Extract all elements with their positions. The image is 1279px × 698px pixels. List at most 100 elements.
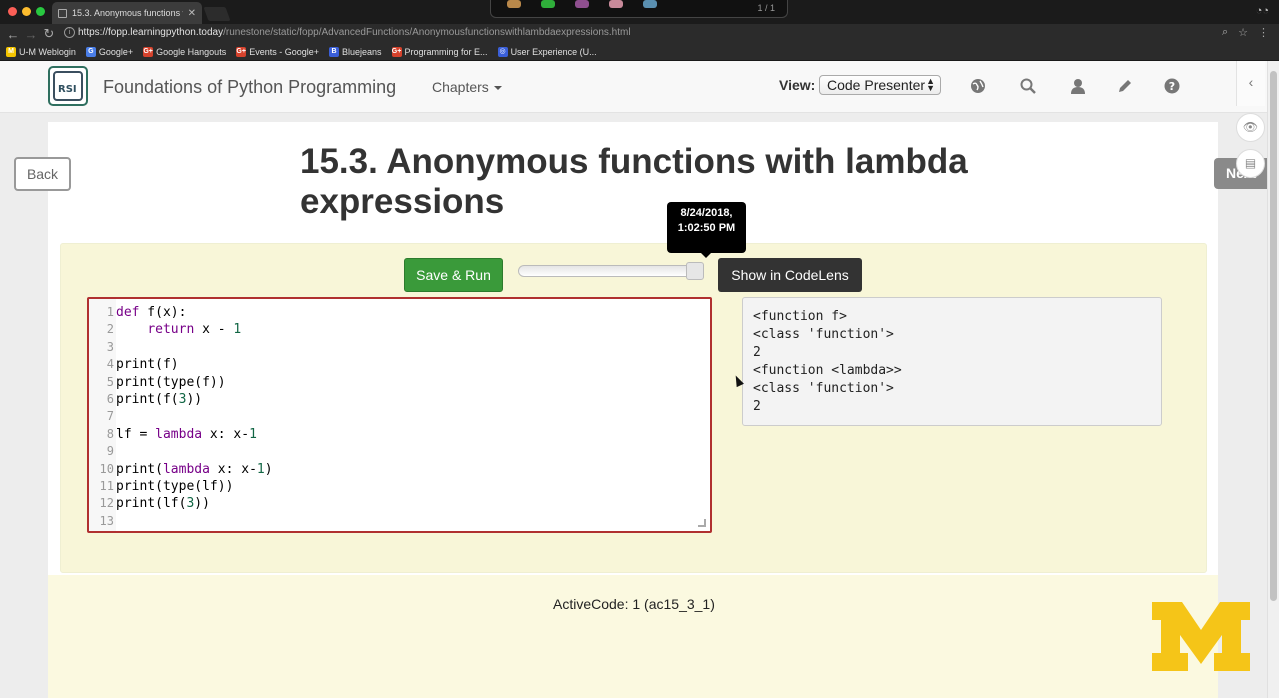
resize-grip-icon[interactable] [698, 519, 706, 527]
site-title[interactable]: Foundations of Python Programming [103, 77, 396, 98]
code-text: print(f) [116, 357, 179, 373]
bookmark-label: Bluejeans [342, 47, 382, 57]
line-number: 5 [106, 374, 114, 389]
bookmark-favicon-icon: G [85, 47, 96, 57]
line-number: 4 [106, 357, 114, 372]
bookmark-favicon-icon: G+ [236, 47, 247, 57]
line-number: 7 [106, 409, 114, 424]
output-line: <function f> [753, 309, 847, 324]
bookmark-favicon-icon: B [329, 47, 339, 57]
bookmark-item[interactable]: G Google+ [85, 47, 133, 57]
code-line[interactable]: 5 print(type(f)) [89, 374, 226, 391]
code-line[interactable]: 3 [89, 339, 114, 356]
address-bar: ← → ↻ i https://fopp.learningpython.toda… [0, 24, 1279, 44]
bookmark-item[interactable]: G+ Google Hangouts [143, 47, 226, 57]
menu-dots-icon[interactable]: ⋮ [1258, 26, 1269, 39]
code-line[interactable]: 13 [89, 513, 114, 530]
back-arrow-icon[interactable]: ← [4, 27, 22, 42]
sidebar-toggle-button[interactable]: ‹ [1236, 61, 1265, 106]
zoom-icon[interactable]: ⌕ [1222, 26, 1228, 39]
code-text: lf = lambda x: x-1 [116, 426, 257, 442]
user-icon[interactable] [1070, 78, 1086, 94]
code-line[interactable]: 9 [89, 443, 114, 460]
globe-icon[interactable] [970, 78, 986, 94]
line-number: 3 [106, 339, 114, 354]
line-number: 6 [106, 392, 114, 406]
code-text: def f(x): [116, 305, 187, 320]
activecode-caption: ActiveCode: 1 (ac15_3_1) [553, 596, 715, 612]
code-line[interactable]: 8 lf = lambda x: x-1 [89, 426, 257, 443]
incognito-icon: ◔◔ [1255, 5, 1269, 17]
code-line[interactable]: 6 print(f(3)) [89, 391, 202, 408]
tab-close-icon[interactable]: ✕ [188, 8, 196, 19]
code-line[interactable]: 4 print(f) [89, 356, 179, 373]
page-scrollbar[interactable] [1267, 61, 1279, 698]
line-number: 9 [106, 444, 114, 459]
code-text: return x - 1 [147, 322, 242, 338]
back-button[interactable]: Back [14, 157, 71, 191]
bookmark-label: Events - Google+ [249, 47, 319, 57]
info-icon[interactable]: i [64, 27, 75, 38]
maximize-window-button[interactable] [36, 7, 45, 16]
bookmark-item[interactable]: G+ Programming for E... [391, 47, 488, 57]
url-path: /runestone/static/fopp/AdvancedFunctions… [223, 27, 631, 38]
line-number: 12 [99, 496, 114, 511]
reload-icon[interactable]: ↻ [40, 26, 58, 42]
bookmark-item[interactable]: B Bluejeans [329, 47, 382, 57]
save-run-button[interactable]: Save & Run [404, 258, 503, 292]
browser-tab-active[interactable]: 15.3. Anonymous functions wi ✕ [52, 2, 202, 24]
code-line[interactable]: 11 print(type(lf)) [89, 478, 234, 495]
eye-icon[interactable]: 👁 [1236, 113, 1265, 142]
history-slider[interactable] [518, 265, 704, 277]
bookmarks-bar: M U-M Weblogin G Google+ G+ Google Hangouts G+… [0, 44, 1279, 61]
search-icon[interactable] [1020, 78, 1036, 94]
code-line[interactable]: 1 def f(x): [89, 304, 187, 321]
url-host: https://fopp.learningpython.today [78, 27, 224, 38]
new-tab-button[interactable] [203, 7, 231, 21]
pencil-icon[interactable] [1117, 78, 1133, 94]
line-number: 2 [106, 322, 114, 337]
line-number: 13 [99, 513, 114, 528]
code-line[interactable]: 2 return x - 1 [89, 321, 241, 338]
code-editor[interactable]: 1 def f(x): 2 return x - 1 3 4 print(f) 5 print… [87, 297, 712, 533]
show-codelens-button[interactable]: Show in CodeLens [718, 258, 862, 292]
select-arrows-icon: ▲ ▼ [926, 76, 935, 93]
code-line[interactable]: 10 print(lambda x: x-1) [89, 461, 273, 478]
line-number: 10 [99, 461, 114, 476]
view-select[interactable]: Code Presenter ▲ ▼ [819, 75, 941, 95]
site-logo[interactable]: RSI [48, 66, 88, 106]
code-line[interactable]: 12 print(lf(3)) [89, 495, 210, 512]
view-label: View: [779, 77, 816, 93]
caret-down-icon [493, 86, 502, 91]
output-line: <class 'function'> [753, 381, 894, 396]
forward-arrow-icon[interactable]: → [22, 27, 40, 42]
help-icon[interactable]: ? [1164, 78, 1180, 94]
media-thumbnails [507, 0, 737, 10]
minimize-window-button[interactable] [22, 7, 31, 16]
code-text: print(lambda x: x-1) [116, 461, 273, 477]
svg-text:?: ? [1169, 80, 1175, 93]
chapters-dropdown[interactable]: Chapters [432, 79, 502, 95]
code-line[interactable]: 7 [89, 408, 114, 425]
scrollbar-thumb[interactable] [1270, 71, 1277, 601]
bookmark-favicon-icon: M [6, 47, 16, 57]
close-window-button[interactable] [8, 7, 17, 16]
media-overlay: 1 / 1 [490, 0, 788, 18]
bookmark-favicon-icon: ◎ [497, 47, 508, 57]
bookmark-favicon-icon: G+ [391, 47, 402, 57]
bookmark-item[interactable]: G+ Events - Google+ [236, 47, 319, 57]
chapters-label: Chapters [432, 79, 489, 95]
bookmark-star-icon[interactable]: ☆ [1238, 26, 1248, 39]
notes-icon[interactable]: ▤ [1236, 149, 1265, 178]
history-slider-handle[interactable] [686, 262, 704, 280]
bookmark-item[interactable]: ◎ User Experience (U... [497, 47, 597, 57]
browser-titlebar: 15.3. Anonymous functions wi ✕ 1 / 1 ◔◔ [0, 0, 1279, 24]
page-title: 15.3. Anonymous functions with lambda ex… [300, 142, 968, 221]
bookmark-item[interactable]: M U-M Weblogin [6, 47, 76, 57]
output-line: 2 [753, 399, 761, 414]
site-header: RSI Foundations of Python Programming Ch… [0, 61, 1279, 113]
url-field[interactable]: https://fopp.learningpython.today/runest… [78, 27, 631, 38]
history-tooltip: 8/24/2018, 1:02:50 PM [667, 202, 746, 258]
line-number: 11 [99, 479, 114, 493]
bookmark-favicon-icon: G+ [143, 47, 154, 57]
